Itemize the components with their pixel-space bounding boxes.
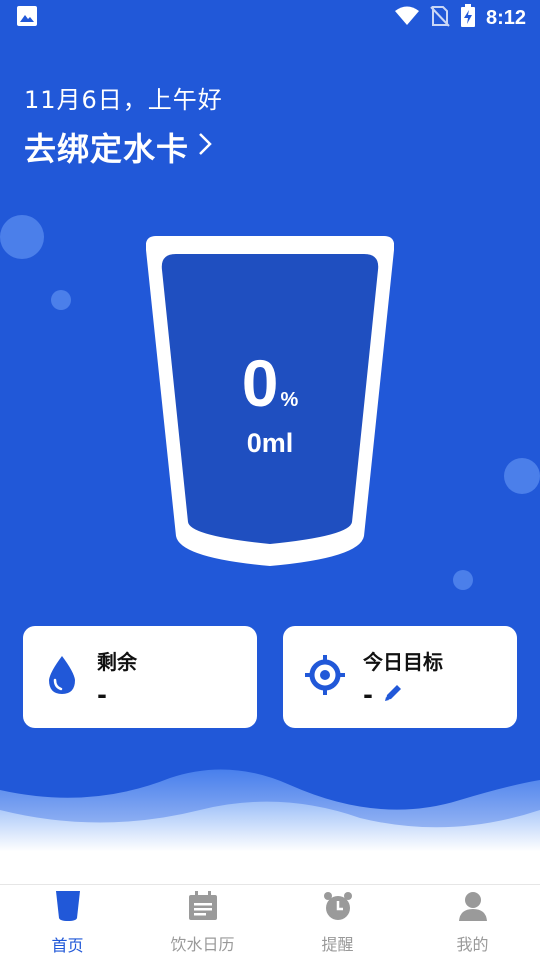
chevron-right-icon	[197, 128, 213, 166]
calendar-icon	[188, 890, 218, 925]
bubble-decoration	[0, 215, 44, 259]
cup-icon	[54, 890, 82, 926]
tab-drinking-calendar[interactable]: 饮水日历	[135, 885, 270, 960]
tab-reminder-label: 提醒	[321, 934, 354, 954]
water-drop-icon	[45, 654, 79, 700]
image-notification-icon	[16, 5, 38, 31]
intake-percent: 0%	[0, 345, 540, 421]
percent-sign: %	[280, 389, 299, 411]
wifi-icon	[394, 6, 420, 30]
person-icon	[458, 891, 488, 925]
date-greeting: 11月6日，上午好	[24, 86, 223, 114]
bind-water-card-link[interactable]: 去绑定水卡	[24, 124, 213, 170]
status-bar: 8:12	[0, 0, 540, 36]
tab-home[interactable]: 首页	[0, 885, 135, 960]
remaining-title: 剩余	[97, 649, 137, 674]
alarm-icon	[323, 891, 353, 925]
wave-decoration	[0, 769, 540, 885]
tab-profile-label: 我的	[456, 934, 489, 954]
remaining-card[interactable]: 剩余 -	[23, 626, 257, 728]
tab-home-label: 首页	[51, 935, 84, 955]
battery-charging-icon	[460, 4, 476, 32]
remaining-value: -	[97, 680, 107, 709]
daily-goal-card[interactable]: 今日目标 -	[283, 626, 517, 728]
intake-volume: 0ml	[246, 428, 294, 458]
tab-profile[interactable]: 我的	[405, 885, 540, 960]
daily-goal-title: 今日目标	[363, 649, 443, 674]
bubble-decoration	[504, 458, 540, 494]
intake-percent-value: 0	[241, 346, 279, 420]
bottom-tab-bar: 首页 饮水日历 提醒 我的	[0, 884, 540, 960]
tab-reminder[interactable]: 提醒	[270, 885, 405, 960]
edit-pencil-icon[interactable]	[383, 681, 403, 709]
target-icon	[305, 655, 345, 699]
clock-time: 8:12	[485, 6, 526, 29]
no-sim-icon	[430, 5, 450, 31]
bind-water-card-label: 去绑定水卡	[24, 130, 190, 168]
bubble-decoration	[453, 570, 473, 590]
daily-goal-value: -	[363, 680, 373, 709]
bubble-decoration	[51, 290, 71, 310]
tab-drinking-calendar-label: 饮水日历	[170, 934, 235, 954]
